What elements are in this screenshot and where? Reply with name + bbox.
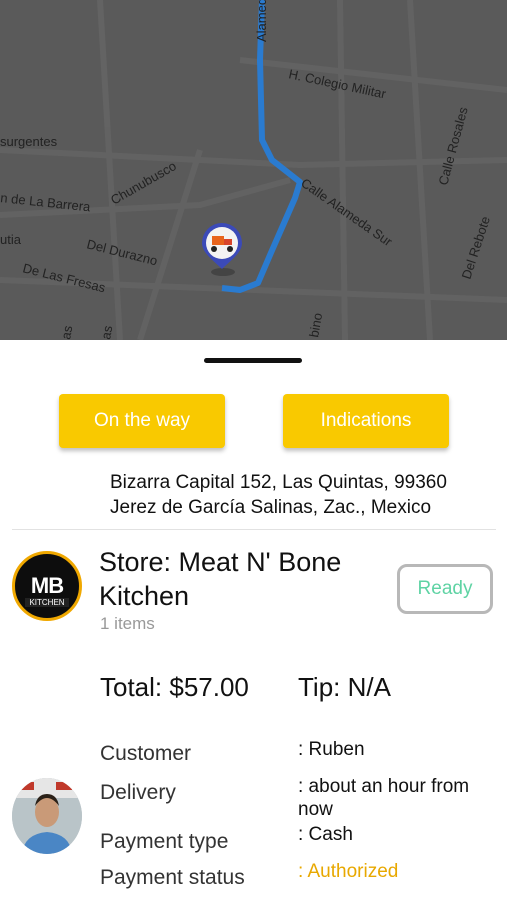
address-line-2: Jerez de García Salinas, Zac., Mexico — [110, 497, 432, 518]
payment-status-label: Payment status — [100, 866, 245, 889]
store-logo-subtext: KITCHEN — [25, 598, 69, 607]
street-label: Calle Rosales — [435, 105, 470, 187]
delivery-scooter-icon[interactable] — [202, 223, 242, 276]
divider — [12, 529, 496, 530]
item-count: 1 items — [100, 614, 155, 633]
store-logo-text: MB — [30, 573, 64, 598]
map-view[interactable]: Alameda H. Colegio Militar surgentes Cal… — [0, 0, 507, 340]
street-label: bino — [306, 312, 325, 339]
street-label: utia — [0, 232, 22, 247]
order-tip: Tip: N/A — [298, 672, 391, 702]
order-total: Total: $57.00 — [100, 672, 249, 702]
street-label: Chunubusco — [108, 158, 179, 207]
street-label: Del Rebote — [459, 214, 493, 280]
street-label: surgentes — [0, 134, 58, 149]
drag-handle[interactable] — [204, 358, 302, 363]
store-name: Store: Meat N' Bone Kitchen — [99, 547, 342, 611]
indications-button[interactable]: Indications — [283, 394, 449, 448]
order-sheet: On the way Indications Bizarra Capital 1… — [0, 340, 507, 900]
ready-status-button[interactable]: Ready — [397, 564, 493, 614]
avatar-image — [12, 778, 82, 854]
street-label: Alameda — [254, 0, 269, 42]
on-the-way-button[interactable]: On the way — [59, 394, 225, 448]
street-label: Del Durazno — [85, 236, 159, 268]
payment-status-value: : Authorized — [298, 861, 399, 882]
delivery-address: Bizarra Capital 152, Las Quintas, 99360 … — [110, 470, 490, 520]
customer-label: Customer — [100, 742, 192, 765]
street-label: De Las Fresas — [21, 260, 107, 295]
payment-type-value: : Cash — [298, 824, 353, 845]
street-label: as — [58, 324, 75, 340]
map-canvas: Alameda H. Colegio Militar surgentes Cal… — [0, 0, 507, 340]
street-label: Calle Alameda Sur — [298, 175, 395, 249]
street-label: as — [98, 324, 115, 340]
delivery-value: : about an hour from now — [298, 776, 470, 820]
store-logo: MB KITCHEN — [12, 551, 82, 621]
customer-avatar — [12, 778, 82, 854]
payment-type-label: Payment type — [100, 830, 229, 853]
map-streets — [0, 0, 507, 340]
customer-value: : Ruben — [298, 739, 365, 760]
address-line-1: Bizarra Capital 152, Las Quintas, 99360 — [110, 472, 447, 493]
delivery-label: Delivery — [100, 781, 176, 804]
